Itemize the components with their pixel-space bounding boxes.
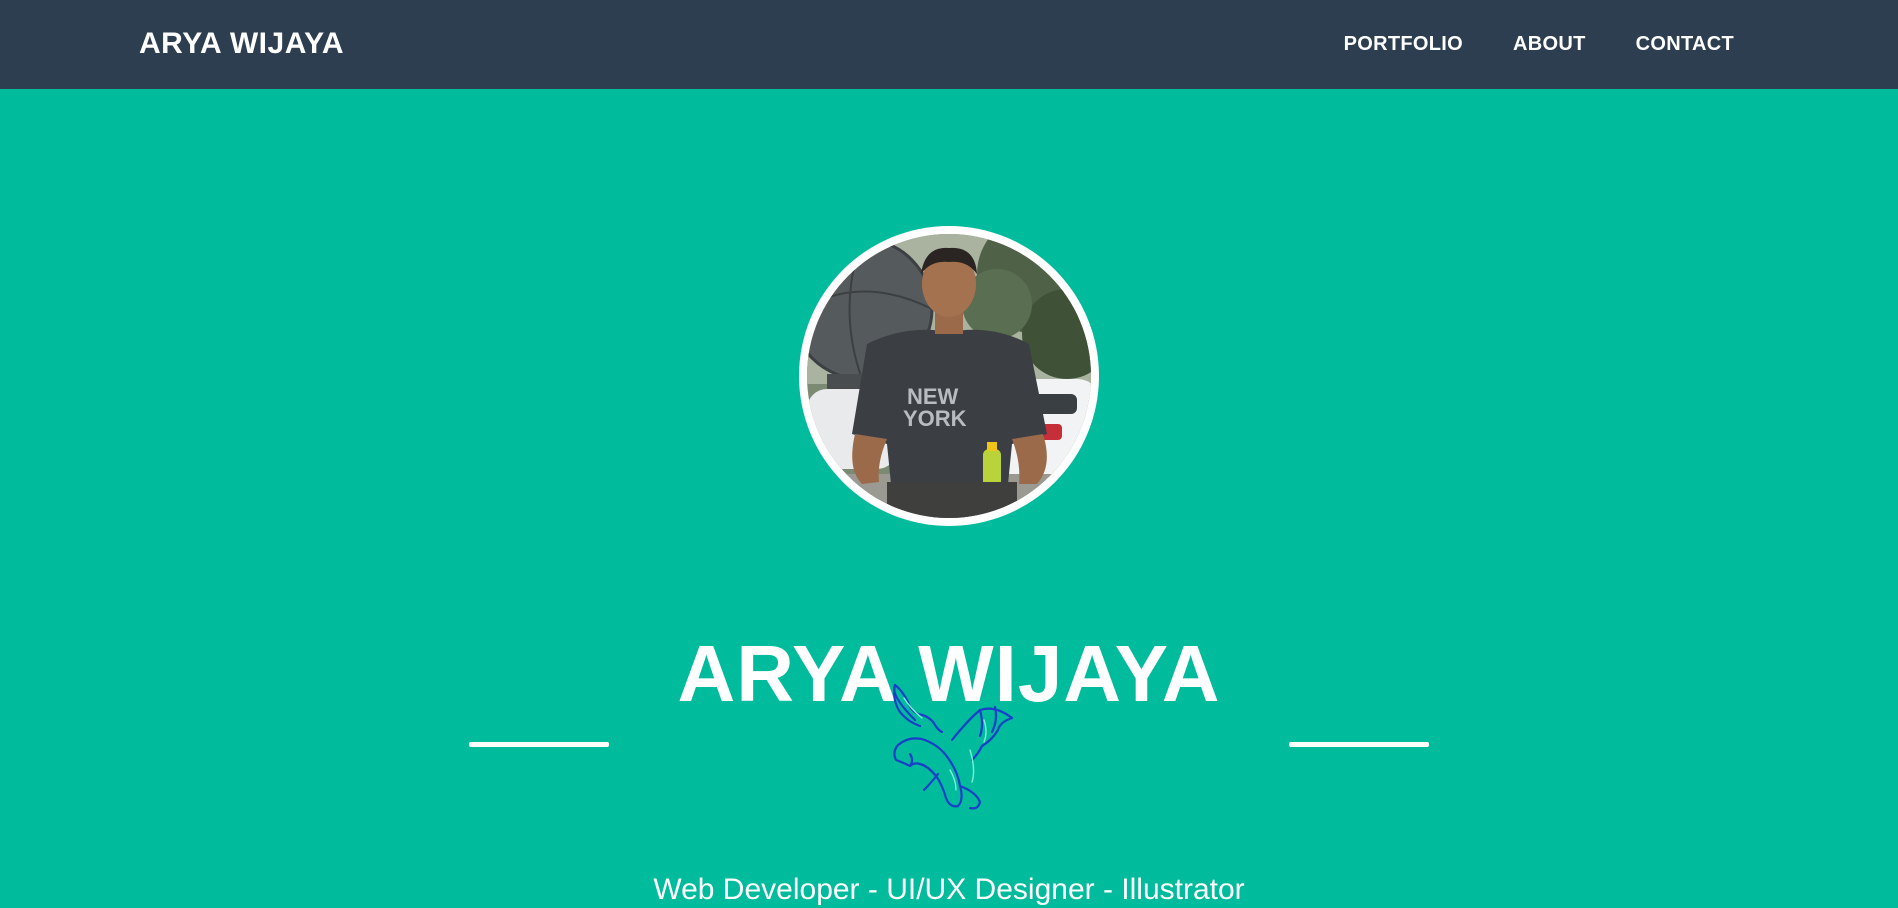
- profile-photo: NEW YORK: [807, 234, 1091, 518]
- nav-link-about[interactable]: ABOUT: [1513, 32, 1586, 56]
- nav-link-contact[interactable]: CONTACT: [1636, 32, 1734, 56]
- dragon-icon: [893, 683, 1014, 810]
- svg-text:YORK: YORK: [903, 406, 967, 431]
- divider-line-left: [469, 742, 609, 747]
- divider-line-right: [1289, 742, 1429, 747]
- avatar: NEW YORK: [807, 234, 1091, 518]
- navbar: ARYA WIJAYA PORTFOLIO ABOUT CONTACT: [0, 0, 1898, 89]
- nav-links: PORTFOLIO ABOUT CONTACT: [1344, 32, 1734, 56]
- avatar-frame: NEW YORK: [799, 226, 1099, 526]
- hero-subtitle: Web Developer - UI/UX Designer - Illustr…: [653, 873, 1245, 906]
- brand-logo[interactable]: ARYA WIJAYA: [139, 27, 344, 61]
- nav-link-portfolio[interactable]: PORTFOLIO: [1344, 32, 1463, 56]
